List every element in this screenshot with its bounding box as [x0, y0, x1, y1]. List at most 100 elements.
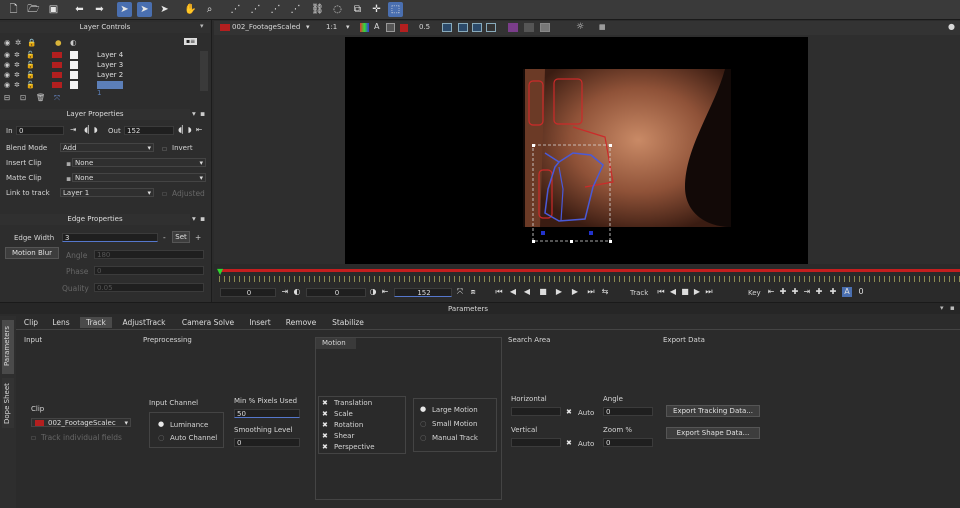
insert-clip-dropdown[interactable]: None [72, 158, 206, 167]
properties-collapse-icon[interactable]: ▾ [192, 109, 196, 118]
key-next-icon[interactable]: ⇥ [802, 287, 812, 297]
layer-name-editing[interactable]: Layer 1 [97, 81, 123, 97]
redo-icon[interactable]: ➡ [92, 2, 107, 17]
gear-icon[interactable]: ✲ [14, 61, 20, 69]
timeline-ruler[interactable] [219, 276, 960, 282]
edge-close-icon[interactable]: ▪ [200, 214, 205, 223]
gear-icon[interactable]: ✲ [14, 71, 20, 79]
edge-width-increment[interactable]: + [195, 233, 201, 242]
key-zero-button[interactable]: 0 [856, 287, 866, 297]
invert-checkbox[interactable]: ▫ [162, 144, 167, 153]
track-backward-icon[interactable]: ⏮ [656, 287, 666, 297]
open-folder-icon[interactable]: 🗁 [26, 2, 41, 17]
timeline-current-field[interactable]: 0 [306, 288, 366, 297]
view-toggle-3-icon[interactable] [472, 23, 482, 32]
angle-field[interactable]: 180 [94, 250, 204, 259]
select-b-icon[interactable]: ➤ [137, 2, 152, 17]
perspective-checkbox[interactable]: ✖ [322, 443, 328, 451]
lock-icon[interactable]: 🔓 [26, 81, 35, 89]
auto-key-a-button[interactable]: A [842, 287, 852, 297]
matte-clip-dropdown[interactable]: None [72, 173, 206, 182]
horizontal-field[interactable] [511, 407, 561, 416]
vertical-auto-checkbox[interactable]: ✖ [566, 439, 572, 447]
luminance-radio[interactable]: ● [158, 420, 164, 428]
loop-mode-icon[interactable]: ⇆ [600, 287, 610, 297]
timeline-end-field[interactable]: 152 [394, 288, 452, 297]
play-icon[interactable]: ▶ [554, 287, 564, 297]
track-forward-icon[interactable]: ⏭ [704, 287, 714, 297]
set-out-icon[interactable]: ⇤ [196, 125, 202, 134]
matte-view-icon[interactable] [508, 23, 518, 32]
color-swatch[interactable] [52, 62, 62, 68]
zoom-icon[interactable]: ⌕ [202, 2, 217, 17]
go-to-start-icon[interactable]: ⏮ [494, 287, 504, 297]
track-step-forward-icon[interactable]: ▶ [692, 287, 702, 297]
tab-stabilize[interactable]: Stabilize [326, 317, 370, 328]
vertical-field[interactable] [511, 438, 561, 447]
loop-icon[interactable]: ⧈ [468, 287, 478, 297]
tab-insert[interactable]: Insert [244, 317, 276, 328]
auto-channel-radio[interactable]: ○ [158, 433, 165, 442]
link-to-track-dropdown[interactable]: Layer 1 [60, 188, 154, 197]
set-out-point-icon[interactable]: ⇤ [380, 287, 390, 297]
export-tracking-data-button[interactable]: Export Tracking Data... [666, 405, 760, 417]
quality-field[interactable]: 0.05 [94, 283, 204, 292]
edge-width-field[interactable]: 3 [62, 233, 158, 242]
point-b-icon[interactable]: ⋰ [268, 2, 283, 17]
point-x-plus-icon[interactable]: ⋰ [248, 2, 263, 17]
checker-icon[interactable] [540, 23, 550, 32]
tab-adjusttrack[interactable]: AdjustTrack [116, 317, 172, 328]
horizontal-auto-checkbox[interactable]: ✖ [566, 408, 572, 416]
layer-scrollbar[interactable] [200, 51, 208, 91]
tab-clip[interactable]: Clip [18, 317, 44, 328]
phase-field[interactable]: 0 [94, 266, 204, 275]
viewer-canvas[interactable] [345, 37, 808, 265]
set-button[interactable]: Set [172, 231, 190, 243]
viewer-options-icon[interactable]: ▦ [599, 23, 606, 31]
go-to-end-icon[interactable]: ⏭ [586, 287, 596, 297]
track-stop-icon[interactable]: ■ [680, 287, 690, 297]
layer-row[interactable]: ◉ ✲ 🔓 Layer 4 [0, 51, 210, 60]
move-icon[interactable]: ✛ [369, 2, 384, 17]
layer-row[interactable]: ◉ ✲ 🔓 Layer 3 [0, 61, 210, 70]
visibility-swatch[interactable] [70, 61, 78, 69]
search-zoom-field[interactable]: 0 [603, 438, 653, 447]
overlay-color-icon[interactable] [400, 24, 408, 32]
hand-icon[interactable]: ✋ [183, 2, 198, 17]
out-field[interactable]: 152 [124, 126, 174, 135]
in-field[interactable]: 0 [16, 126, 64, 135]
undo-icon[interactable]: ⬅ [72, 2, 87, 17]
point-b-plus-icon[interactable]: ⋰ [288, 2, 303, 17]
eye-icon[interactable]: ◉ [4, 61, 10, 69]
motion-blur-button[interactable]: Motion Blur [5, 247, 59, 259]
pointer-icon[interactable]: ➤ [117, 2, 132, 17]
large-motion-radio[interactable]: ● [420, 405, 426, 413]
overlay-icon[interactable] [386, 23, 395, 32]
lasso-icon[interactable]: ◌ [330, 2, 345, 17]
collapse-icon[interactable]: ▾ [200, 22, 204, 30]
fit-icon[interactable]: ⤧ [54, 93, 60, 103]
in-keyframe-icon[interactable]: ◖▏◗ [84, 125, 98, 134]
parameters-close-icon[interactable]: ▪ [950, 304, 955, 312]
color-swatch[interactable] [52, 52, 62, 58]
tab-camera-solve[interactable]: Camera Solve [176, 317, 240, 328]
gear-icon[interactable]: ✲ [14, 81, 20, 89]
zoom-dropdown[interactable]: 1:1 [326, 23, 337, 31]
track-individual-fields-checkbox[interactable]: ▫ [31, 433, 36, 442]
key-link-icon[interactable]: ✚ [828, 287, 838, 297]
out-keyframe-icon[interactable]: ◖▏◗ [178, 125, 192, 134]
smoothing-level-field[interactable]: 0 [234, 438, 300, 447]
zoom-dropdown-icon[interactable]: ▾ [346, 23, 350, 31]
set-in-icon[interactable]: ⇥ [70, 125, 76, 134]
blend-mode-dropdown[interactable]: Add [60, 143, 154, 152]
opacity-value[interactable]: 0.5 [419, 23, 430, 31]
eye-icon[interactable]: ◉ [4, 81, 10, 89]
edge-collapse-icon[interactable]: ▾ [192, 214, 196, 223]
fit-timeline-icon[interactable]: ⤧ [455, 287, 465, 297]
layer-row[interactable]: ◉ ✲ 🔓 Layer 2 [0, 71, 210, 80]
point-x-icon[interactable]: ⋰ [228, 2, 243, 17]
settings-sun-icon[interactable]: ☼ [576, 22, 584, 32]
adjusted-checkbox[interactable]: ▫ [162, 189, 167, 198]
add-folder-icon[interactable]: ⊟ [4, 93, 10, 102]
track-step-back-icon[interactable]: ◀ [668, 287, 678, 297]
